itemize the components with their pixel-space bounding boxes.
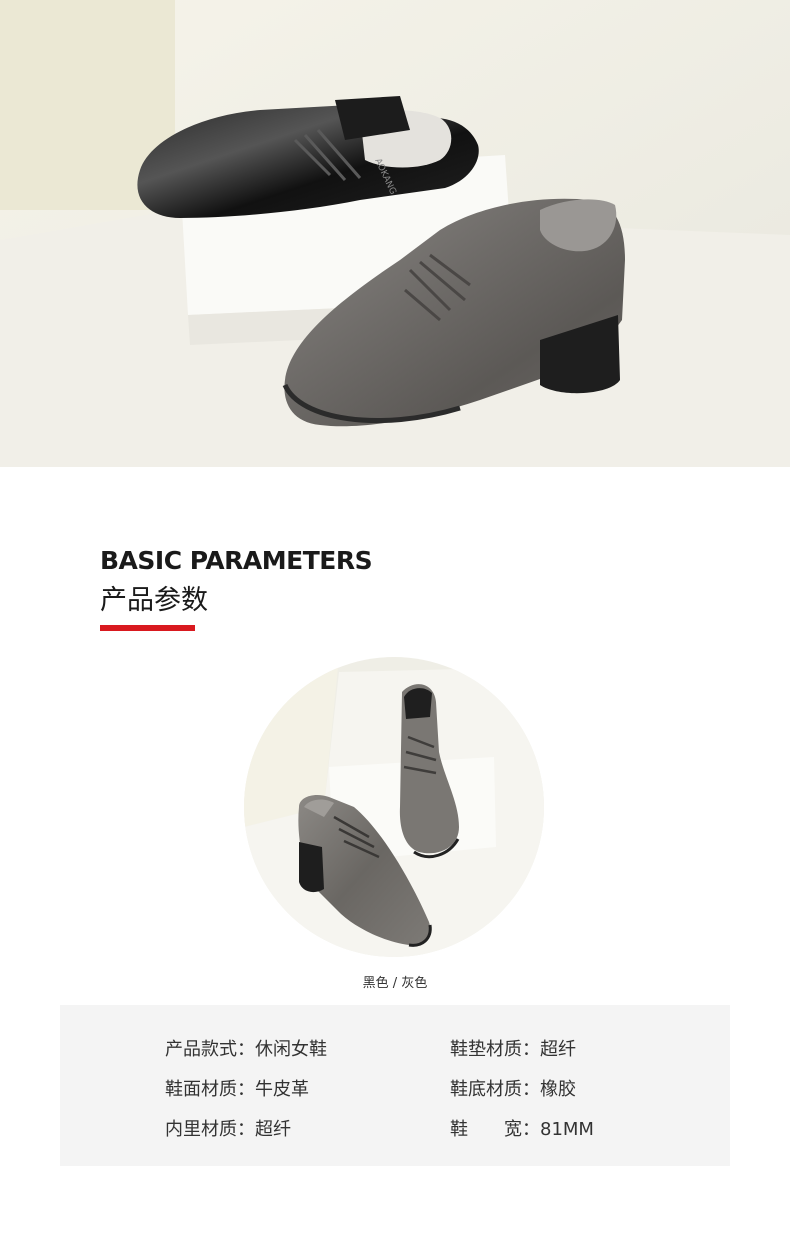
param-value: 超纤 xyxy=(255,1119,291,1140)
param-value: 休闲女鞋 xyxy=(255,1039,327,1060)
param-label: 鞋底材质 xyxy=(450,1079,522,1100)
param-label: 鞋面材质 xyxy=(165,1079,237,1100)
param-style: 产品款式：休闲女鞋 xyxy=(165,1035,327,1061)
param-upper-material: 鞋面材质：牛皮革 xyxy=(165,1075,309,1101)
param-value: 超纤 xyxy=(540,1039,576,1060)
param-label: 鞋 宽 xyxy=(450,1119,522,1140)
param-label: 鞋垫材质 xyxy=(450,1039,522,1060)
hero-product-photo: AOKANG xyxy=(0,0,790,467)
param-separator: ： xyxy=(237,1039,255,1060)
param-separator: ： xyxy=(522,1039,540,1060)
param-shoe-width: 鞋 宽：81MM xyxy=(450,1115,594,1141)
param-value: 橡胶 xyxy=(540,1079,576,1100)
param-value: 牛皮革 xyxy=(255,1079,309,1100)
param-label: 内里材质 xyxy=(165,1119,237,1140)
param-separator: ： xyxy=(522,1119,540,1140)
param-insole-material: 鞋垫材质：超纤 xyxy=(450,1035,576,1061)
parameters-panel: 产品款式：休闲女鞋 鞋垫材质：超纤 鞋面材质：牛皮革 鞋底材质：橡胶 内里材质：… xyxy=(60,1005,730,1166)
param-sole-material: 鞋底材质：橡胶 xyxy=(450,1075,576,1101)
param-label: 产品款式 xyxy=(165,1039,237,1060)
section-title-cn: 产品参数 xyxy=(100,585,208,616)
param-separator: ： xyxy=(237,1119,255,1140)
section-title-en: BASIC PARAMETERS xyxy=(100,546,373,575)
section-title-accent-bar xyxy=(100,625,195,631)
param-separator: ： xyxy=(237,1079,255,1100)
param-value: 81MM xyxy=(540,1119,594,1140)
color-options-caption: 黑色 / 灰色 xyxy=(362,976,428,991)
circle-product-photo xyxy=(244,657,544,957)
hero-shoes-illustration: AOKANG xyxy=(0,0,790,467)
param-separator: ： xyxy=(522,1079,540,1100)
circle-shoes-illustration xyxy=(244,657,544,957)
param-lining-material: 内里材质：超纤 xyxy=(165,1115,291,1141)
